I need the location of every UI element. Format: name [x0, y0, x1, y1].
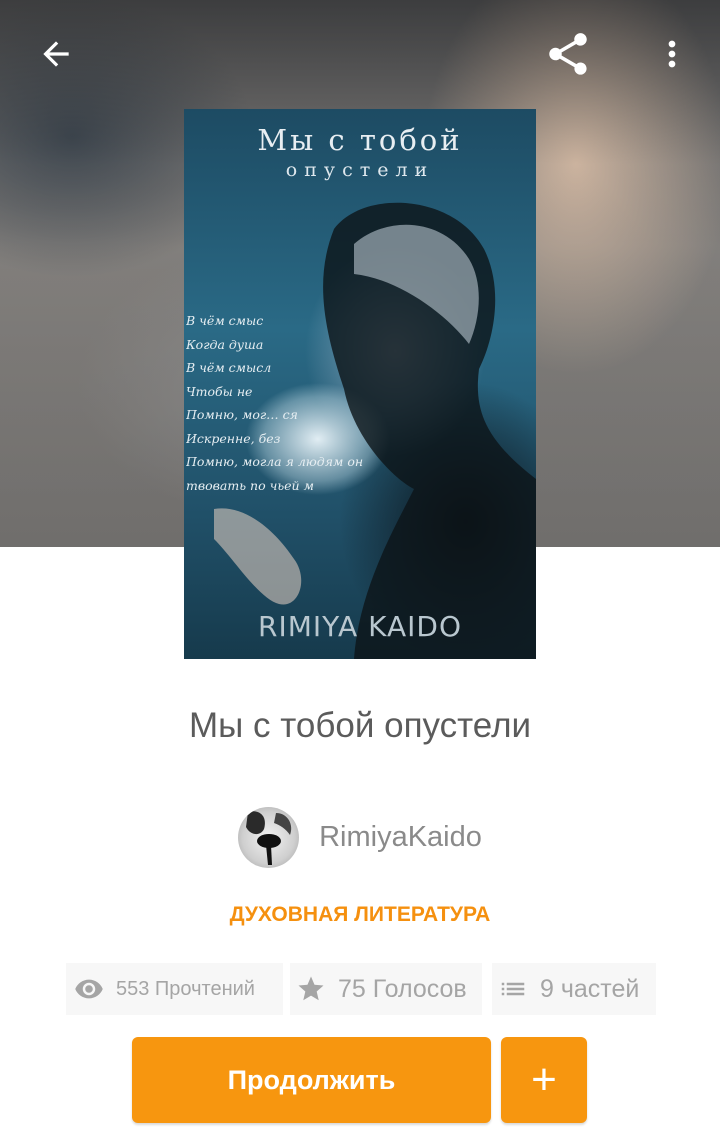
author-name[interactable]: RimiyaKaido	[319, 821, 482, 854]
cover-subtitle: опустели	[285, 159, 435, 181]
author-profile-link[interactable]: RimiyaKaido	[0, 807, 720, 868]
cover-poem-line: В чём смысл	[186, 360, 272, 375]
votes-stat: 75 Голосов	[290, 963, 482, 1015]
continue-reading-label: Продолжить	[227, 1064, 396, 1095]
cover-poem-line: Искренне, без	[186, 430, 281, 446]
cover-title: Мы с тобой	[257, 123, 463, 157]
cover-poem: В чём смыс Когда душа В чём смысл Чтобы …	[186, 309, 416, 497]
star-icon	[298, 976, 324, 1001]
votes-count: 75 Голосов	[338, 974, 467, 1003]
plus-icon: +	[531, 1055, 557, 1104]
cover-author: RIMIYA KAIDO	[258, 610, 462, 643]
cover-poem-line: Помню, мог… ся	[186, 407, 298, 422]
share-icon	[549, 33, 587, 75]
back-button[interactable]	[24, 22, 88, 86]
cover-poem-line: В чём смыс	[186, 313, 264, 328]
cover-poem-line: твовать по чьей м	[186, 477, 314, 493]
genre-link[interactable]: ДУХОВНАЯ ЛИТЕРАТУРА	[0, 903, 720, 927]
continue-reading-button[interactable]: Продолжить	[132, 1037, 491, 1123]
list-icon	[501, 982, 525, 996]
story-stats: 553 Прочтений 75 Голосов 9 частей	[0, 963, 720, 1015]
more-vert-icon	[668, 40, 676, 68]
cover-poem-line: Чтобы не	[186, 383, 253, 399]
cover-poem-line: Когда душа	[186, 336, 264, 352]
reads-stat: 553 Прочтений	[66, 963, 283, 1015]
book-cover[interactable]: Мы с тобой опустели В чём смыс Когда душ…	[184, 109, 536, 659]
more-options-button[interactable]	[640, 22, 704, 86]
add-to-library-button[interactable]: +	[501, 1037, 587, 1123]
parts-stat[interactable]: 9 частей	[492, 963, 656, 1015]
avatar-image	[246, 811, 292, 865]
share-button[interactable]	[536, 22, 600, 86]
eye-icon	[75, 979, 103, 999]
cover-poem-line: Помню, могла я людям он	[186, 454, 364, 469]
parts-count[interactable]: 9 частей	[540, 975, 639, 1004]
reads-count: 553 Прочтений	[116, 977, 255, 1000]
arrow-back-icon	[43, 41, 69, 67]
story-title: Мы с тобой опустели	[188, 706, 532, 745]
avatar[interactable]	[238, 807, 300, 868]
